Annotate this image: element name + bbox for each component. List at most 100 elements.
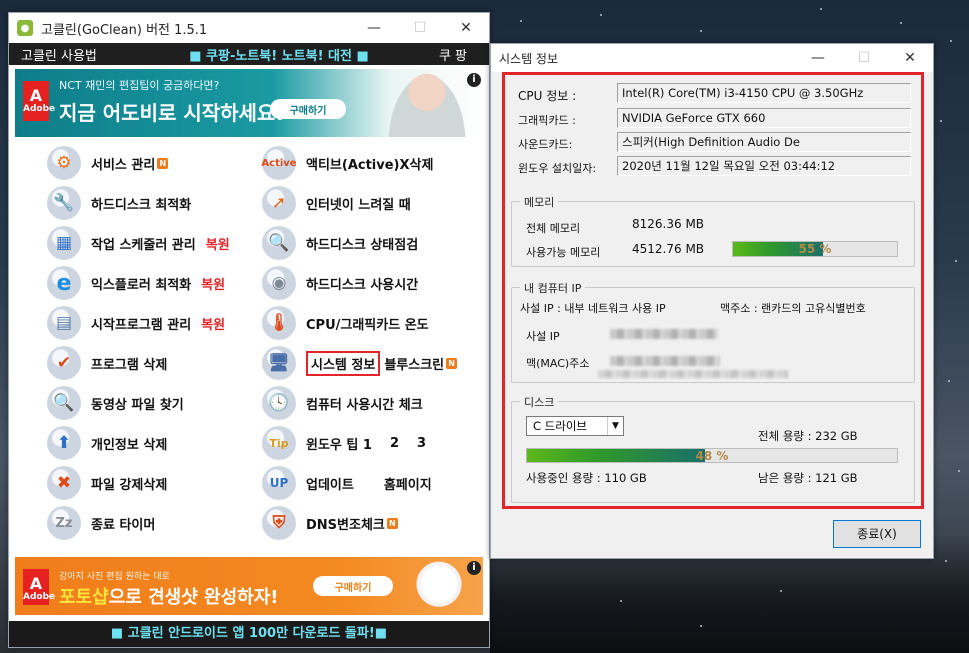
windows-tip-2-link[interactable]: 2 <box>390 436 399 451</box>
restore-link[interactable]: 복원 <box>201 314 225 333</box>
new-badge: N <box>386 517 398 529</box>
bluescreen-link[interactable]: 블루스크린 <box>384 354 444 373</box>
tool-activex-delete[interactable]: Active 액티브(Active)X삭제 <box>261 146 433 180</box>
star-decoration <box>520 20 522 22</box>
tool-update[interactable]: UP 업데이트 홈페이지 <box>262 466 432 500</box>
tool-internet-slow[interactable]: ➚ 인터넷이 느려질 때 <box>262 186 411 220</box>
tool-usage-time[interactable]: 🕓 컴퓨터 사용시간 체크 <box>262 386 423 420</box>
adobe-logo-icon: A Adobe <box>23 569 55 605</box>
minimize-button[interactable]: — <box>351 13 397 43</box>
ad-bottom-subtitle: 강아지 사진 편집 원하는 대로 <box>59 572 170 582</box>
main-menubar: 고클린 사용법 ■ 쿠팡-노트북! 노트북! 대전 ■ 쿠 팡 <box>9 43 489 65</box>
private-ip-description: 사설 IP : 내부 네트워크 사용 IP <box>520 302 666 315</box>
star-decoration <box>948 380 950 382</box>
disk-group-title: 디스크 <box>520 394 559 410</box>
ad-top-headline: 지금 어도비로 시작하세요! <box>59 101 285 125</box>
install-date-value: 2020년 11월 12일 목요일 오전 03:44:12 <box>617 156 911 176</box>
ad-person-image <box>387 73 467 137</box>
tool-force-delete[interactable]: ✖ 파일 강제삭제 <box>47 466 167 500</box>
disk-check-icon: 🔍 <box>262 226 296 260</box>
thermometer-icon: 🌡 <box>262 306 296 340</box>
star-decoration <box>600 14 602 16</box>
delete-icon: ✖ <box>47 466 81 500</box>
ad-dog-image <box>409 559 469 615</box>
tool-temperature[interactable]: 🌡 CPU/그래픽카드 온도 <box>262 306 429 340</box>
sysinfo-titlebar: 시스템 정보 — ☐ ✕ <box>491 44 933 72</box>
drive-select[interactable]: C 드라이브 ▼ <box>526 416 624 436</box>
tool-startup-manage[interactable]: ▤ 시작프로그램 관리 복원 <box>47 306 225 340</box>
tool-disk-optimize[interactable]: 🔧 하드디스크 최적화 <box>47 186 191 220</box>
arrow-up-icon: ➚ <box>262 186 296 220</box>
disk-group: 디스크 C 드라이브 ▼ 전체 용량 : 232 GB 48 % 사용중인 용량… <box>511 394 915 503</box>
total-memory-value: 8126.36 MB <box>632 217 705 231</box>
star-decoration <box>820 8 822 10</box>
tool-program-uninstall[interactable]: ✔ 프로그램 삭제 <box>47 346 167 380</box>
minimize-button[interactable]: — <box>795 43 841 73</box>
ad-info-icon[interactable]: i <box>467 73 481 87</box>
adobe-ad-banner-top[interactable]: A Adobe NCT 재민의 편집팁이 궁금하다면? 지금 어도비로 시작하세요… <box>15 69 483 137</box>
document-icon: ▤ <box>47 306 81 340</box>
sound-value: 스피커(High Definition Audio De <box>617 132 911 152</box>
restore-link[interactable]: 복원 <box>206 234 230 253</box>
restore-link[interactable]: 복원 <box>201 274 225 293</box>
menu-coupang[interactable]: 쿠 팡 <box>417 45 477 64</box>
gpu-label: 그래픽카드 : <box>518 114 576 127</box>
tool-service-manage[interactable]: ⚙ 서비스 관리 N <box>47 146 169 180</box>
total-memory-label: 전체 메모리 <box>526 222 581 235</box>
close-button[interactable]: ✕ <box>443 13 489 43</box>
available-memory-value: 4512.76 MB <box>632 242 705 256</box>
blur-overlay <box>598 370 788 378</box>
exit-button[interactable]: 종료(X) <box>833 520 921 548</box>
maximize-button: ☐ <box>857 50 871 66</box>
tool-task-scheduler[interactable]: ▦ 작업 스케줄러 관리 복원 <box>47 226 230 260</box>
star-decoration <box>900 22 902 24</box>
goclean-app-icon: ● <box>17 20 33 36</box>
star-decoration <box>700 625 702 627</box>
tool-dns-check[interactable]: ⛨ DNS변조체크 N <box>262 506 398 540</box>
tool-personal-info-delete[interactable]: ⬆ 개인정보 삭제 <box>47 426 167 460</box>
sysinfo-title: 시스템 정보 <box>499 51 559 66</box>
tool-system-info[interactable]: 🖥 시스템 정보 블루스크린 N <box>262 346 458 380</box>
sound-label: 사운드카드: <box>518 138 573 151</box>
mac-address-value-blurred <box>610 356 720 366</box>
windows-tip-icon: Tip <box>262 426 296 460</box>
tool-disk-health[interactable]: 🔍 하드디스크 상태점검 <box>262 226 418 260</box>
disk-free: 남은 용량 : 121 GB <box>758 471 858 485</box>
tool-windows-tip[interactable]: Tip 윈도우 팁 1 2 3 <box>262 426 426 460</box>
ad-info-icon[interactable]: i <box>467 561 481 575</box>
memory-usage-bar: 55 % <box>732 241 898 257</box>
disk-usage-bar: 48 % <box>526 448 898 463</box>
ad-bottom-buy-button[interactable]: 구매하기 <box>313 576 393 596</box>
star-decoration <box>700 30 702 32</box>
tool-shutdown-timer[interactable]: Zz 종료 타이머 <box>47 506 155 540</box>
ie-icon: e <box>47 266 81 300</box>
memory-group: 메모리 전체 메모리 8126.36 MB 사용가능 메모리 4512.76 M… <box>511 194 915 267</box>
star-decoration <box>620 600 622 602</box>
clock-icon: 🕓 <box>262 386 296 420</box>
chevron-down-icon[interactable]: ▼ <box>607 417 623 435</box>
network-group-title: 내 컴퓨터 IP <box>520 280 586 296</box>
windows-tip-3-link[interactable]: 3 <box>417 436 426 451</box>
ad-bottom-headline: 포토샵으로 견생샷 완성하자! <box>59 587 279 608</box>
activex-icon: Active <box>261 146 297 180</box>
menu-howto[interactable]: 고클린 사용법 <box>21 45 141 64</box>
close-button[interactable]: ✕ <box>887 43 933 73</box>
ad-top-buy-button[interactable]: 구매하기 <box>270 99 346 119</box>
tool-ie-optimize[interactable]: e 익스플로러 최적화 복원 <box>47 266 225 300</box>
checklist-icon: ✔ <box>47 346 81 380</box>
homepage-link[interactable]: 홈페이지 <box>384 474 432 493</box>
tool-video-finder[interactable]: 🔍 동영상 파일 찾기 <box>47 386 184 420</box>
memory-usage-percent: 55 % <box>798 242 832 256</box>
gpu-value: NVIDIA GeForce GTX 660 <box>617 108 911 128</box>
tool-disk-hours[interactable]: ◉ 하드디스크 사용시간 <box>262 266 418 300</box>
footer-banner[interactable]: ■ 고클린 안드로이드 앱 100만 다운로드 돌파!■ <box>9 621 489 647</box>
new-badge: N <box>157 157 169 169</box>
adobe-ad-banner-bottom[interactable]: A Adobe 강아지 사진 편집 원하는 대로 포토샵으로 견생샷 완성하자! … <box>15 557 483 615</box>
star-decoration <box>950 40 952 42</box>
menu-coupang-promo[interactable]: ■ 쿠팡-노트북! 노트북! 대전 ■ <box>141 45 417 64</box>
new-badge: N <box>446 357 458 369</box>
personal-info-icon: ⬆ <box>47 426 81 460</box>
shield-icon: ⛨ <box>262 506 296 540</box>
maximize-button: ☐ <box>413 20 427 36</box>
mac-address-label: 맥(MAC)주소 <box>526 357 590 370</box>
